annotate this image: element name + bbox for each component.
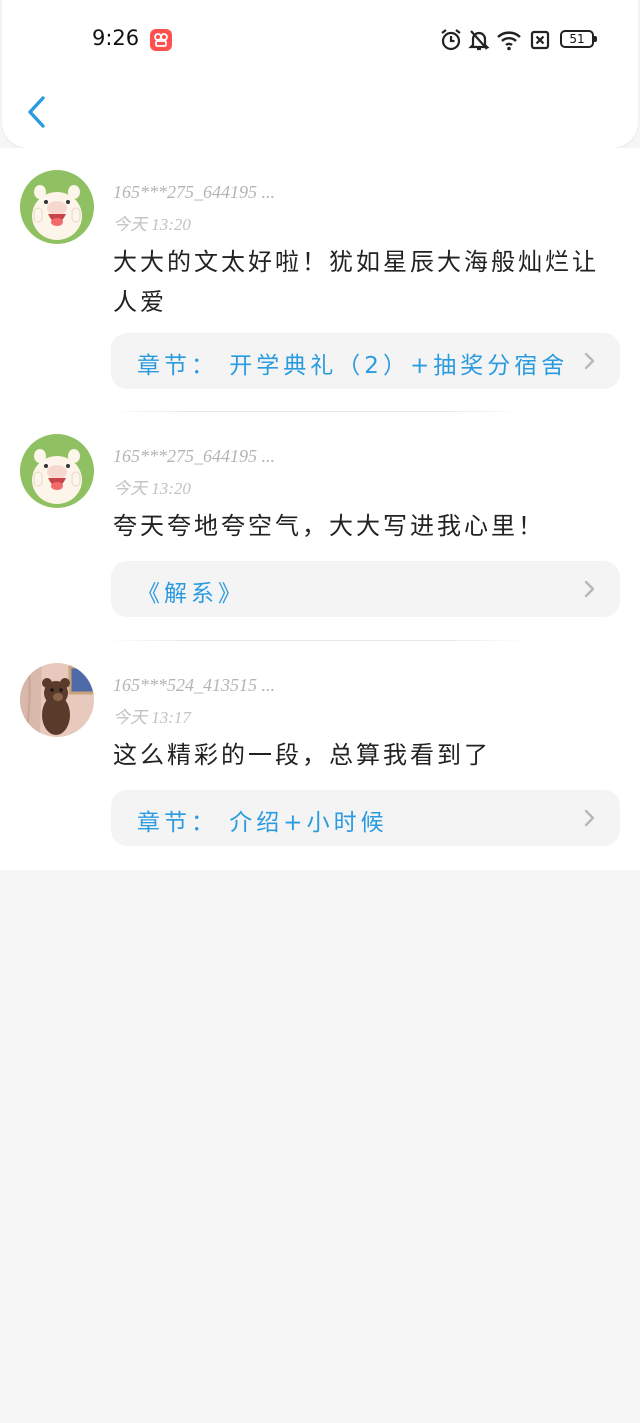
- username[interactable]: 165***275_644195 ...: [113, 446, 275, 467]
- status-time: 9:26: [92, 26, 140, 50]
- chapter-label: 章节： 开学典礼（2）+抽奖分宿舍: [137, 353, 569, 379]
- chapter-link[interactable]: 章节： 开学典礼（2）+抽奖分宿舍: [111, 333, 620, 389]
- status-icons: 51: [440, 28, 600, 52]
- top-bar: 9:26 51: [2, 0, 638, 148]
- chapter-label: 章节： 介绍+小时候: [137, 810, 388, 836]
- chapter-link[interactable]: 《解系》: [111, 561, 620, 617]
- username[interactable]: 165***524_413515 ...: [113, 675, 275, 696]
- sim-blocked-icon: [530, 28, 550, 56]
- chevron-left-icon: [22, 96, 52, 136]
- mute-bell-icon: [468, 28, 490, 56]
- bear-avatar[interactable]: [20, 663, 94, 737]
- divider: [105, 640, 530, 641]
- chapter-label: 《解系》: [137, 581, 245, 607]
- comment-time: 今天 13:20: [113, 215, 191, 234]
- pig-avatar[interactable]: [20, 434, 94, 508]
- app-notification-icon: [150, 29, 172, 51]
- username[interactable]: 165***275_644195 ...: [113, 182, 275, 203]
- pig-avatar[interactable]: [20, 170, 94, 244]
- comment-text: 夸天夸地夸空气，大大写进我心里！: [113, 512, 545, 540]
- wifi-icon: [496, 28, 522, 56]
- comment-list: 165***275_644195 ... 今天 13:20 大大的文太好啦！犹如…: [0, 148, 640, 870]
- chapter-link[interactable]: 章节： 介绍+小时候: [111, 790, 620, 846]
- comment-time: 今天 13:20: [113, 479, 191, 498]
- comment-text: 这么精彩的一段，总算我看到了: [113, 741, 491, 769]
- chevron-right-icon: [582, 579, 596, 599]
- alarm-icon: [440, 28, 462, 56]
- back-button[interactable]: [22, 92, 52, 132]
- comment-time: 今天 13:17: [113, 708, 191, 727]
- battery-level: 51: [560, 30, 597, 48]
- divider: [105, 411, 530, 412]
- chevron-right-icon: [582, 351, 596, 371]
- comment-text: 大大的文太好啦！犹如星辰大海般灿烂让人爱: [113, 248, 599, 316]
- chevron-right-icon: [582, 808, 596, 828]
